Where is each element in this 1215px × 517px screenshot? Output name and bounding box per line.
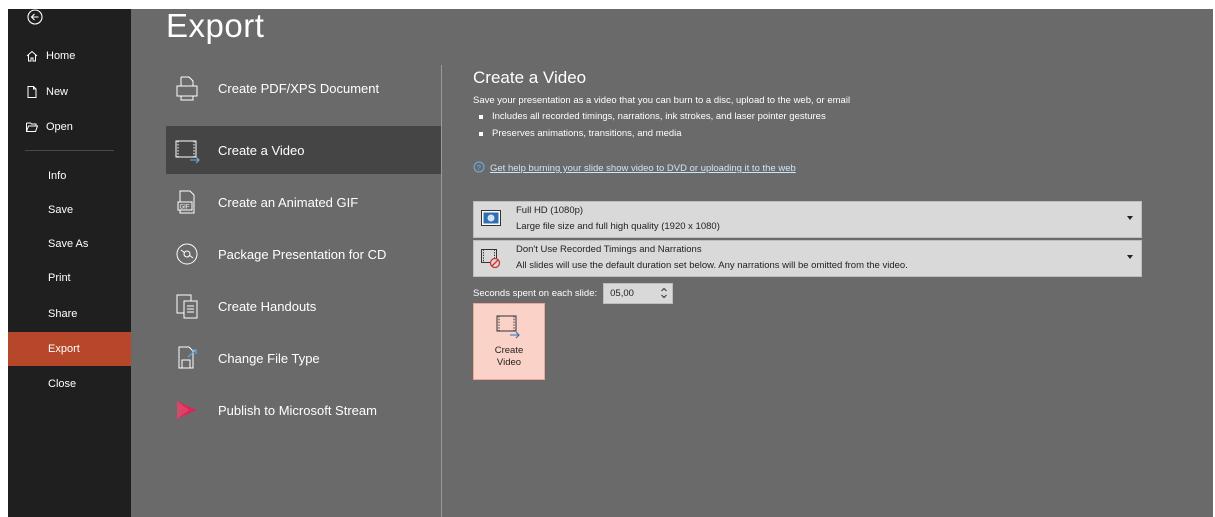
seconds-value: 05,00 bbox=[610, 288, 634, 299]
nav-open[interactable]: Open bbox=[8, 110, 131, 144]
nav-label: Save As bbox=[48, 238, 89, 250]
create-video-line1: Create bbox=[494, 345, 524, 356]
option-label: Publish to Microsoft Stream bbox=[218, 402, 377, 418]
backstage-nav: Home New Open Info Save Save As Print Sh… bbox=[8, 9, 131, 517]
panel-description: Save your presentation as a video that y… bbox=[473, 95, 851, 106]
option-create-pdf[interactable]: Create PDF/XPS Document bbox=[166, 64, 441, 112]
option-label: Create PDF/XPS Document bbox=[218, 80, 380, 96]
new-document-icon bbox=[25, 85, 39, 99]
nav-label: Open bbox=[46, 121, 73, 133]
create-video-line2: Video bbox=[496, 357, 522, 368]
nav-label: Home bbox=[46, 50, 76, 62]
nav-label: Print bbox=[48, 272, 71, 284]
monitor-icon bbox=[480, 208, 502, 230]
nav-print[interactable]: Print bbox=[8, 261, 131, 295]
nav-label: Share bbox=[48, 308, 78, 320]
quality-dropdown[interactable]: Full HD (1080p) Large file size and full… bbox=[473, 201, 1142, 238]
folder-open-icon bbox=[25, 120, 39, 134]
nav-save[interactable]: Save bbox=[8, 193, 131, 227]
bullet-text: Preserves animations, transitions, and m… bbox=[492, 128, 682, 139]
timings-subtitle: All slides will use the default duration… bbox=[516, 260, 908, 271]
option-publish-stream[interactable]: Publish to Microsoft Stream bbox=[166, 386, 441, 434]
create-video-button[interactable]: Create Video bbox=[473, 303, 545, 380]
page-title: Export bbox=[166, 7, 265, 44]
option-label: Create Handouts bbox=[218, 298, 317, 314]
home-icon bbox=[25, 49, 39, 63]
nav-info[interactable]: Info bbox=[8, 159, 131, 193]
bullet-icon bbox=[479, 131, 483, 136]
timings-title: Don't Use Recorded Timings and Narration… bbox=[516, 244, 702, 255]
option-package-cd[interactable]: Package Presentation for CD bbox=[166, 230, 441, 278]
nav-share[interactable]: Share bbox=[8, 297, 131, 331]
chevron-down-icon bbox=[1127, 255, 1133, 259]
nav-new[interactable]: New bbox=[8, 75, 131, 109]
timings-dropdown[interactable]: Don't Use Recorded Timings and Narration… bbox=[473, 240, 1142, 277]
option-label: Change File Type bbox=[218, 350, 320, 366]
nav-label: Info bbox=[48, 170, 67, 182]
cd-icon bbox=[171, 238, 203, 270]
bullet-item: Preserves animations, transitions, and m… bbox=[479, 128, 682, 139]
option-label: Create an Animated GIF bbox=[218, 194, 359, 210]
nav-label: New bbox=[46, 86, 69, 98]
gif-icon: GIF bbox=[171, 186, 203, 218]
nav-export[interactable]: Export bbox=[8, 332, 131, 366]
option-label: Package Presentation for CD bbox=[218, 246, 387, 262]
video-icon bbox=[494, 314, 522, 340]
option-create-handouts[interactable]: Create Handouts bbox=[166, 282, 441, 330]
handouts-icon bbox=[171, 290, 203, 322]
chevron-down-icon bbox=[1127, 216, 1133, 220]
nav-close[interactable]: Close bbox=[8, 367, 131, 401]
no-timings-icon bbox=[480, 247, 502, 269]
svg-text:GIF: GIF bbox=[180, 205, 190, 211]
nav-label: Save bbox=[48, 204, 74, 216]
microsoft-stream-icon bbox=[171, 394, 203, 426]
bullet-text: Includes all recorded timings, narration… bbox=[492, 111, 826, 122]
option-label: Create a Video bbox=[218, 142, 305, 158]
seconds-label: Seconds spent on each slide: bbox=[473, 288, 598, 299]
bullet-item: Includes all recorded timings, narration… bbox=[479, 111, 826, 122]
help-link[interactable]: Get help burning your slide show video t… bbox=[490, 163, 796, 174]
nav-save-as[interactable]: Save As bbox=[8, 227, 131, 261]
panel-title: Create a Video bbox=[473, 68, 587, 87]
create-video-label: Create Video bbox=[474, 345, 544, 369]
back-arrow-icon[interactable] bbox=[25, 9, 45, 29]
seconds-stepper[interactable]: 05,00 bbox=[603, 283, 674, 304]
nav-home[interactable]: Home bbox=[8, 39, 131, 73]
nav-label: Close bbox=[48, 378, 77, 390]
change-file-type-icon bbox=[171, 342, 203, 374]
help-row: ? Get help burning your slide show video… bbox=[473, 161, 796, 176]
quality-title: Full HD (1080p) bbox=[516, 205, 584, 216]
backstage: Home New Open Info Save Save As Print Sh… bbox=[8, 7, 1213, 517]
svg-text:?: ? bbox=[477, 163, 481, 172]
help-question-icon: ? bbox=[473, 161, 485, 176]
quality-subtitle: Large file size and full high quality (1… bbox=[516, 221, 720, 232]
nav-label: Export bbox=[48, 343, 80, 355]
panel-divider bbox=[441, 65, 442, 517]
bullet-icon bbox=[479, 114, 483, 119]
stepper-arrows-icon[interactable] bbox=[660, 286, 668, 300]
option-create-video[interactable]: Create a Video bbox=[166, 126, 441, 174]
seconds-row: Seconds spent on each slide: 05,00 bbox=[473, 283, 674, 304]
option-change-file-type[interactable]: Change File Type bbox=[166, 334, 441, 382]
option-create-gif[interactable]: GIF Create an Animated GIF bbox=[166, 178, 441, 226]
nav-separator bbox=[25, 150, 114, 151]
video-icon bbox=[171, 134, 203, 166]
pdf-document-icon bbox=[171, 72, 203, 104]
